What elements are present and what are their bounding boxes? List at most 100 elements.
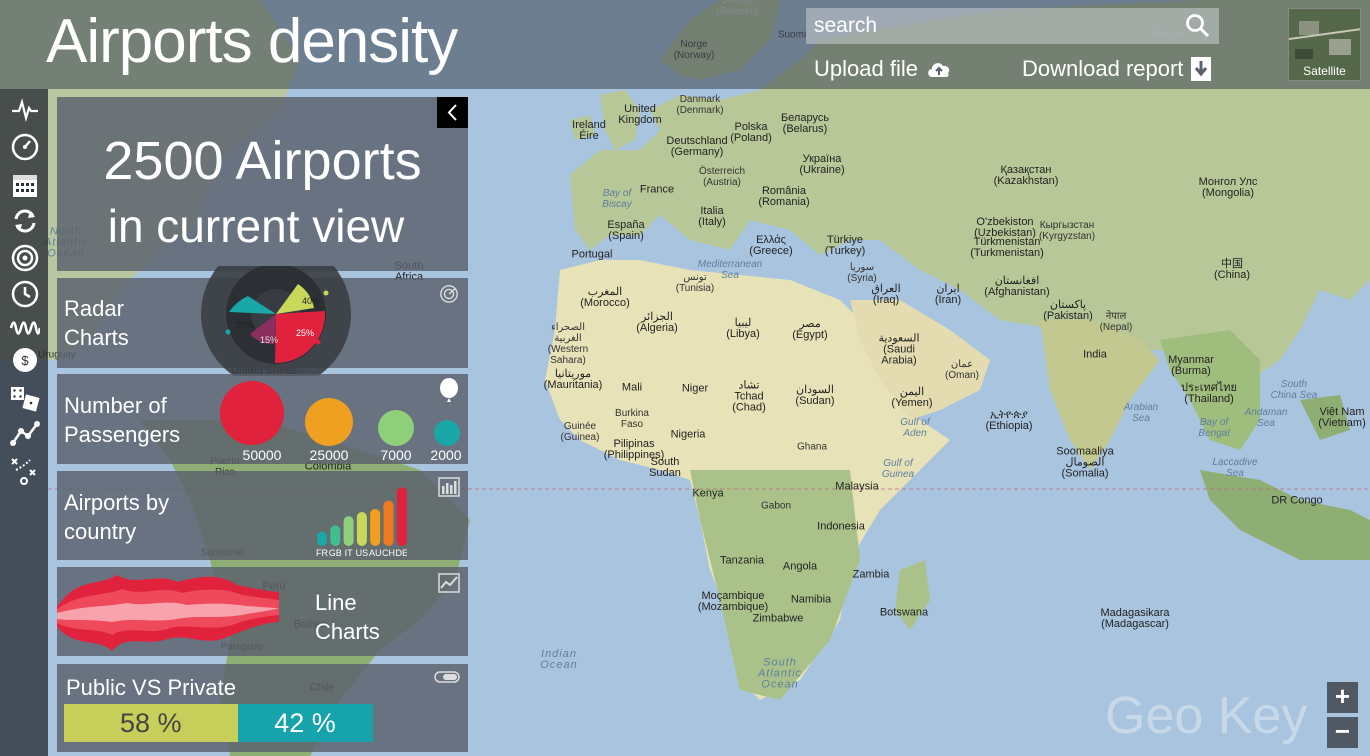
map-label: Tanzania bbox=[719, 554, 765, 567]
speedometer-icon[interactable] bbox=[10, 132, 40, 162]
map-label: Indonesia bbox=[817, 520, 865, 533]
map-label: ليبيا (Libya) bbox=[726, 317, 760, 340]
toggle-icon[interactable] bbox=[434, 670, 460, 684]
map-label: افغانستان (Afghanistan) bbox=[984, 275, 1050, 298]
bubble-2000[interactable] bbox=[434, 420, 460, 446]
bar-us[interactable] bbox=[356, 512, 367, 546]
svg-text:$: $ bbox=[21, 353, 29, 368]
bar-label-de: DE bbox=[396, 548, 407, 558]
public-percent: 58 % bbox=[120, 707, 182, 738]
map-label: Angola bbox=[782, 560, 818, 573]
map-label: United Kingdom bbox=[618, 103, 662, 126]
map-label: Guinée (Guinea) bbox=[560, 421, 600, 443]
radar-title-line2: Charts bbox=[64, 325, 129, 350]
radar-label-40: 40% bbox=[302, 296, 320, 306]
map-label: Беларусь (Belarus) bbox=[780, 112, 830, 135]
line-charts-panel: Line Charts bbox=[57, 567, 468, 656]
refresh-icon[interactable] bbox=[10, 206, 40, 236]
public-private-title: Public VS Private bbox=[66, 675, 236, 700]
bar-label-ch: CH bbox=[382, 548, 395, 558]
map-label: Україна (Ukraine) bbox=[799, 153, 845, 176]
map-label: South Atlantic Ocean bbox=[757, 656, 803, 691]
map-label: المغرب (Morocco) bbox=[580, 286, 630, 309]
bubble-25000[interactable] bbox=[305, 398, 353, 446]
bubble-7000[interactable] bbox=[378, 410, 414, 446]
map-label: India bbox=[1083, 348, 1107, 361]
coin-icon[interactable]: $ bbox=[10, 345, 40, 375]
map-label: Malaysia bbox=[835, 480, 879, 493]
public-private-panel: Public VS Private 58 % 42 % bbox=[57, 664, 468, 752]
calendar-icon[interactable] bbox=[10, 170, 40, 200]
map-label: Zimbabwe bbox=[752, 612, 804, 625]
map-label: ایران (Iran) bbox=[934, 283, 962, 306]
bar-au[interactable] bbox=[370, 508, 381, 546]
map-label: الجزائر (Algeria) bbox=[636, 311, 678, 334]
radar-icon[interactable] bbox=[438, 284, 460, 304]
balloon-icon[interactable] bbox=[438, 378, 460, 404]
satellite-toggle[interactable]: Satellite bbox=[1288, 8, 1361, 81]
zoom-in-button[interactable]: + bbox=[1327, 682, 1358, 713]
clock-icon[interactable] bbox=[10, 279, 40, 309]
country-bar-chart[interactable]: FRGBITUSAUCHDESP bbox=[257, 471, 407, 560]
map-label: Soomaaliya الصومال (Somalia) bbox=[1056, 445, 1114, 480]
bar-gb[interactable] bbox=[330, 525, 341, 546]
map-label: تونس (Tunisia) bbox=[675, 272, 715, 294]
bubble-50000[interactable] bbox=[220, 381, 284, 445]
cloud-upload-icon bbox=[928, 63, 950, 77]
dice-icon[interactable] bbox=[10, 385, 40, 415]
map-label: العراق (Iraq) bbox=[871, 283, 901, 306]
radar-label-20: 20% bbox=[236, 320, 254, 330]
public-segment[interactable]: 58 % bbox=[64, 704, 238, 742]
radar-panel: Radar Charts 20% 15% 25% 40% bbox=[57, 266, 468, 376]
sidebar: $ bbox=[0, 89, 48, 756]
map-label: مصر (Egypt) bbox=[792, 318, 828, 341]
wave-icon[interactable] bbox=[10, 313, 40, 343]
search-input[interactable] bbox=[806, 8, 1176, 44]
bar-ch[interactable] bbox=[383, 500, 394, 546]
map-label: Österreich (Austria) bbox=[698, 166, 746, 188]
current-view-text: in current view bbox=[107, 200, 405, 252]
target-icon[interactable] bbox=[10, 243, 40, 273]
radar-title: Radar Charts bbox=[64, 294, 129, 352]
upload-file-label: Upload file bbox=[814, 56, 918, 81]
passengers-title-line1: Number of bbox=[64, 393, 167, 418]
line-chart-icon[interactable] bbox=[438, 573, 460, 593]
zoom-out-button[interactable]: − bbox=[1327, 717, 1358, 748]
private-percent: 42 % bbox=[274, 707, 336, 738]
map-label: Burkina Faso bbox=[615, 408, 649, 430]
satellite-label: Satellite bbox=[1303, 64, 1346, 78]
private-segment[interactable]: 42 % bbox=[237, 704, 373, 742]
pulse-icon[interactable] bbox=[10, 94, 40, 124]
by-country-title-line1: Airports by bbox=[64, 490, 170, 515]
search-icon[interactable] bbox=[1185, 13, 1211, 39]
bar-fr[interactable] bbox=[317, 531, 327, 546]
radar-title-line1: Radar bbox=[64, 296, 124, 321]
strategy-icon[interactable] bbox=[10, 456, 40, 486]
bar-label-it: IT bbox=[345, 548, 354, 558]
map-label: Botswana bbox=[879, 606, 929, 619]
bubble-label-50000: 50000 bbox=[242, 447, 282, 463]
bar-de[interactable] bbox=[396, 487, 407, 546]
upload-file-button[interactable]: Upload file bbox=[814, 56, 952, 82]
radar-chart[interactable]: 20% 15% 25% 40% bbox=[200, 266, 366, 376]
bar-it[interactable] bbox=[343, 516, 354, 546]
map-label: Deutschland (Germany) bbox=[666, 135, 728, 158]
map-label: Bay of Bengal bbox=[1198, 417, 1230, 439]
map-label: Ghana bbox=[796, 441, 828, 453]
line-graph-icon[interactable] bbox=[10, 419, 40, 449]
bubble-label-2000: 2000 bbox=[430, 447, 462, 463]
public-private-bar[interactable]: 58 % 42 % bbox=[64, 704, 379, 742]
map-label: Việt Nam (Vietnam) bbox=[1318, 406, 1366, 429]
collapse-button[interactable] bbox=[437, 97, 468, 128]
map-label: السعودية (Saudi Arabia) bbox=[878, 332, 920, 367]
download-report-button[interactable]: Download report bbox=[1022, 56, 1212, 82]
map-label: السودان (Sudan) bbox=[795, 384, 835, 407]
search-box[interactable] bbox=[806, 8, 1219, 44]
stream-chart[interactable] bbox=[57, 567, 279, 656]
map-label: Indian Ocean bbox=[540, 648, 578, 671]
chevron-left-icon bbox=[447, 104, 457, 121]
map-label: ประเทศไทย (Thailand) bbox=[1180, 382, 1238, 405]
passengers-title-line2: Passengers bbox=[64, 422, 181, 447]
bar-chart-icon[interactable] bbox=[438, 477, 460, 497]
map-label: Polska (Poland) bbox=[730, 121, 772, 144]
